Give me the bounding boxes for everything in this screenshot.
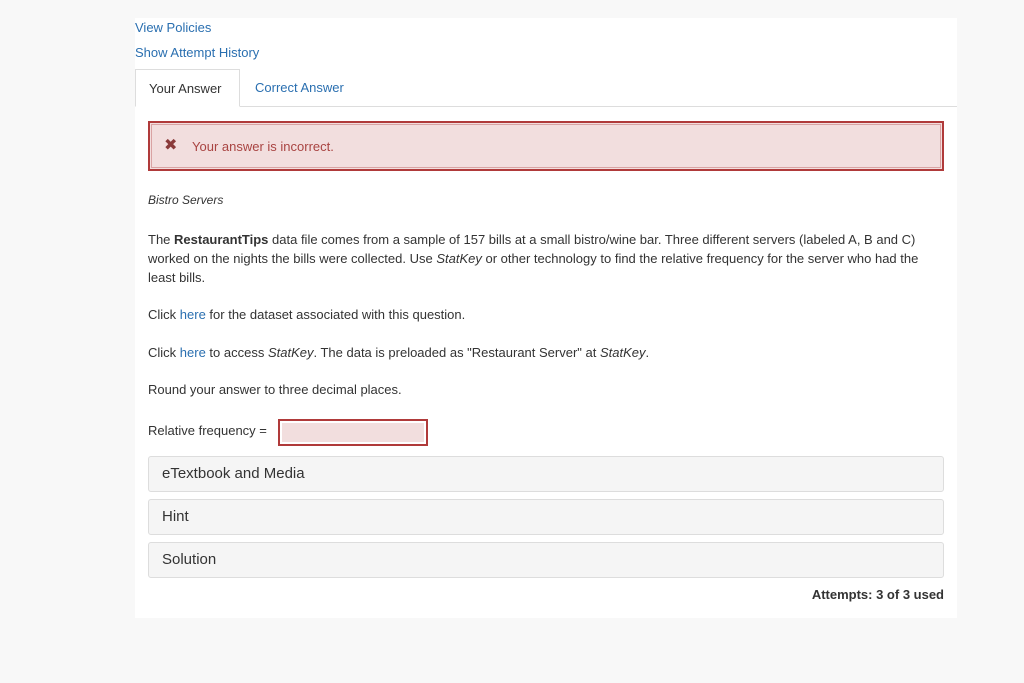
solution-accordion[interactable]: Solution <box>148 542 944 578</box>
rounding-instruction: Round your answer to three decimal place… <box>148 382 402 397</box>
hint-accordion[interactable]: Hint <box>148 499 944 535</box>
incorrect-alert: ✖ Your answer is incorrect. <box>148 121 944 171</box>
relative-frequency-label: Relative frequency = <box>148 423 267 438</box>
view-policies-link[interactable]: View Policies <box>135 20 211 35</box>
answer-tabs: Your Answer Correct Answer <box>135 69 957 107</box>
question-title: Bistro Servers <box>148 193 224 207</box>
tab-correct-answer[interactable]: Correct Answer <box>242 69 357 106</box>
etextbook-media-accordion[interactable]: eTextbook and Media <box>148 456 944 492</box>
show-attempt-history-link[interactable]: Show Attempt History <box>135 45 259 60</box>
x-icon: ✖ <box>164 137 178 154</box>
tab-your-answer[interactable]: Your Answer <box>135 69 240 107</box>
alert-message: Your answer is incorrect. <box>192 139 334 154</box>
statkey-paragraph: Click here to access StatKey. The data i… <box>148 345 650 360</box>
statkey-link[interactable]: here <box>180 345 206 360</box>
dataset-paragraph: Click here for the dataset associated wi… <box>148 307 466 322</box>
relative-frequency-input[interactable] <box>278 419 428 446</box>
question-panel: View Policies Show Attempt History Your … <box>135 18 957 618</box>
dataset-name: RestaurantTips <box>174 232 269 247</box>
attempts-counter: Attempts: 3 of 3 used <box>811 587 944 602</box>
question-paragraph: The RestaurantTips data file comes from … <box>148 232 919 285</box>
dataset-link[interactable]: here <box>180 307 206 322</box>
